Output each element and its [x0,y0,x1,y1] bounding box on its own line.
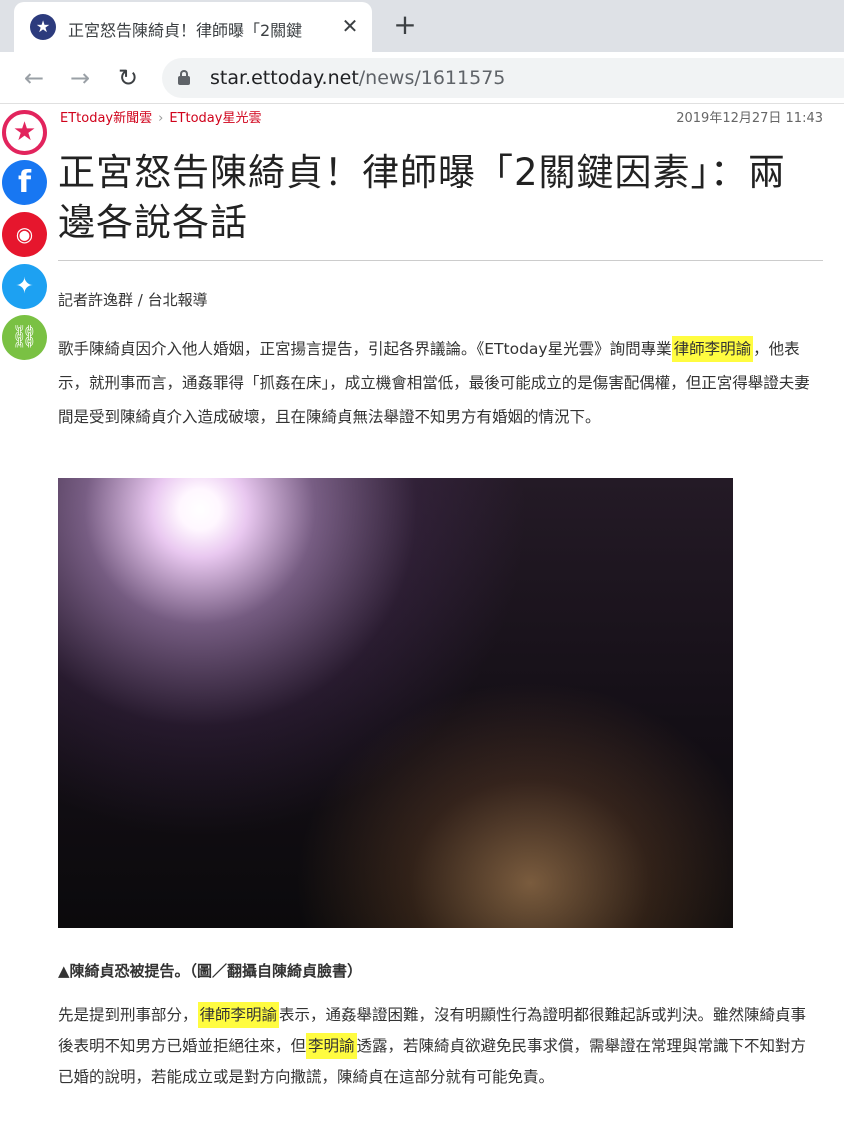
article-paragraph-2: 先是提到刑事部分， 律師李明諭 表示，通姦舉證困難，沒有明顯性行為證明都很難起訴或判… [58,1000,818,1093]
page-title: 正宮怒告陳綺貞！律師曝「2關鍵因素」：兩邊各說各話 [58,151,787,244]
close-icon[interactable]: ✕ [338,14,362,38]
url-host: star.ettoday.net [210,67,359,89]
url-path: /news/1611575 [358,67,506,89]
paragraph-text: 先是提到刑事部分， [58,1006,198,1024]
highlighted-name: 律師李明諭 [671,336,754,362]
favorite-star-icon[interactable]: ★ [2,110,47,155]
lock-icon[interactable] [178,70,190,85]
publish-date: 2019年12月27日 11:43 [676,111,823,126]
breadcrumb-separator: › [158,111,164,126]
photo-caption: ▲陳綺貞恐被提告。（圖／翻攝自陳綺貞臉書） [58,962,363,980]
arrow-left-icon[interactable]: ← [20,64,48,92]
browser-toolbar: ← → ↻ star.ettoday.net/news/1611575 [0,52,844,104]
twitter-icon[interactable]: ✦ [2,264,47,309]
tab-strip: ★ 正宮怒告陳綺貞！律師曝「2關鍵 ✕ + [0,0,844,52]
arrow-right-icon[interactable]: → [66,64,94,92]
address-bar[interactable]: star.ettoday.net/news/1611575 [162,58,844,98]
star-icon: ★ [30,14,56,40]
plus-icon[interactable]: + [390,10,420,40]
facebook-icon[interactable]: f [2,160,47,205]
highlighted-name: 律師李明諭 [197,1002,280,1028]
weibo-icon[interactable]: ◉ [2,212,47,257]
byline: 記者許逸群 / 台北報導 [58,291,208,309]
article-paragraph-1: 歌手陳綺貞因介入他人婚姻，正宮揚言提告，引起各界議論。《ETtoday星光雲》詢… [58,332,818,434]
highlighted-name: 李明諭 [306,1033,357,1059]
link-icon[interactable]: ⛓ [2,315,47,360]
reload-icon[interactable]: ↻ [114,64,142,92]
breadcrumb-item-star[interactable]: ETtoday星光雲 [169,111,261,126]
url-text[interactable]: star.ettoday.net/news/1611575 [210,67,505,89]
title-divider [58,260,823,261]
browser-tab[interactable]: ★ 正宮怒告陳綺貞！律師曝「2關鍵 ✕ [14,2,372,52]
paragraph-text: 歌手陳綺貞因介入他人婚姻，正宮揚言提告，引起各界議論。《ETtoday星光雲》詢… [58,340,672,358]
breadcrumb: ETtoday新聞雲 › ETtoday星光雲 [60,107,261,126]
tab-title: 正宮怒告陳綺貞！律師曝「2關鍵 [68,21,303,40]
article-photo [58,478,733,928]
breadcrumb-item-news[interactable]: ETtoday新聞雲 [60,111,152,126]
